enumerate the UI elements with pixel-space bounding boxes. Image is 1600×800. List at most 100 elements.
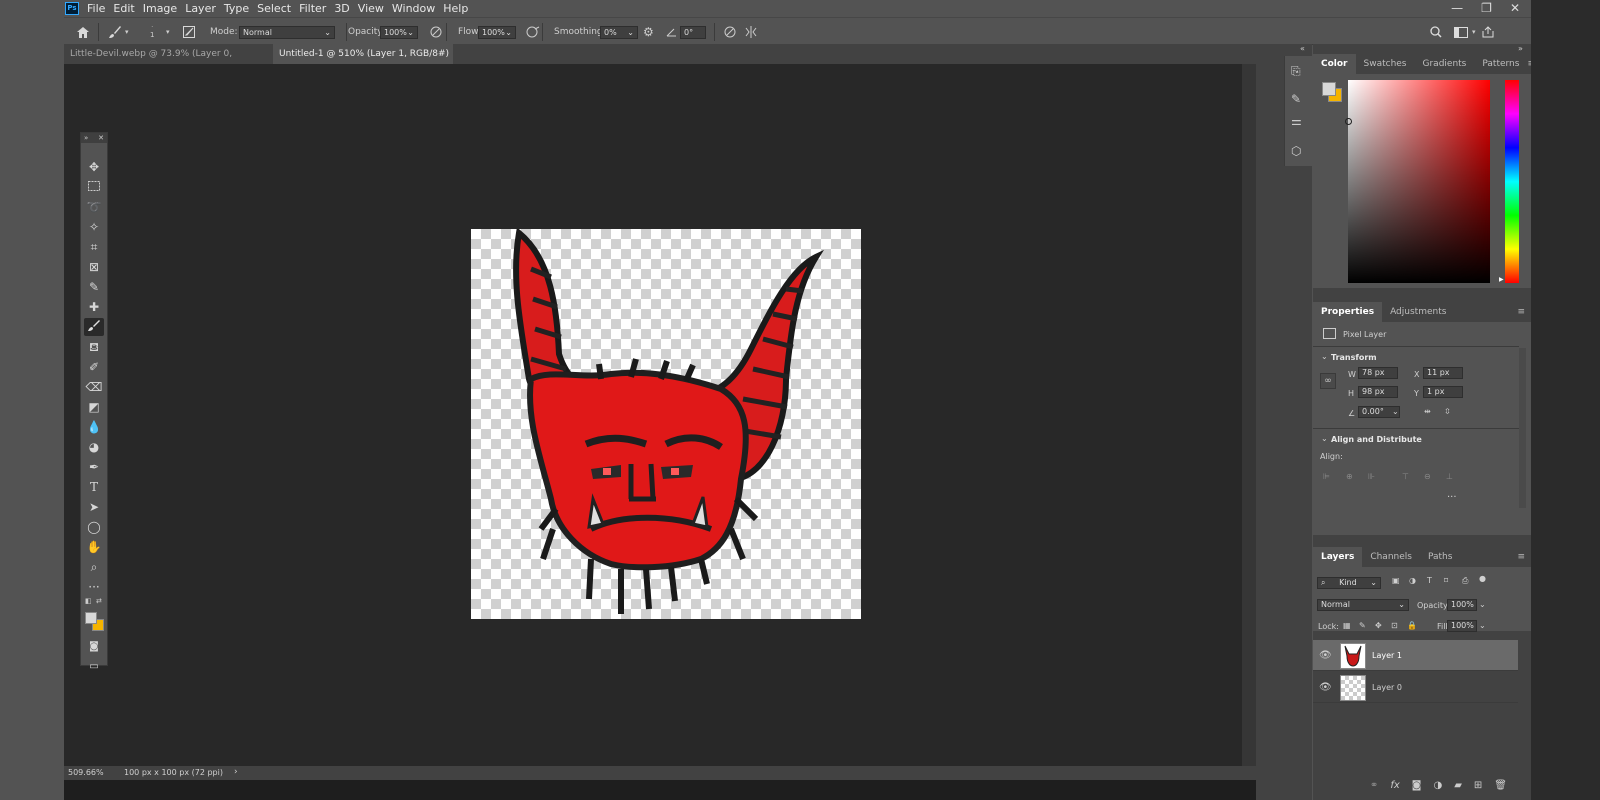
path-selection-tool-icon[interactable]: ➤	[84, 498, 104, 516]
menu-layer[interactable]: Layer	[185, 2, 216, 15]
align-right-icon[interactable]: ⊪	[1368, 472, 1375, 481]
layer-row-layer-0[interactable]: 👁 Layer 0	[1313, 672, 1518, 703]
add-mask-icon[interactable]: ◙	[1412, 780, 1422, 791]
brush-angle-input[interactable]: 0°	[680, 18, 706, 46]
pressure-opacity-icon[interactable]	[430, 18, 442, 46]
opacity-dropdown-icon[interactable]: ⌄	[1479, 600, 1486, 609]
flow-input[interactable]: 100% ⌄	[478, 18, 516, 46]
layer-filter-select[interactable]: ⌕ Kind ⌄	[1317, 577, 1381, 589]
lock-position-icon[interactable]: ✥	[1375, 621, 1382, 630]
menu-window[interactable]: Window	[392, 2, 435, 15]
align-left-icon[interactable]: ⊫	[1323, 472, 1330, 481]
pressure-size-icon[interactable]	[724, 18, 736, 46]
expand-icon[interactable]: »	[84, 133, 88, 143]
filter-smart-object-icon[interactable]: ⎙	[1462, 576, 1468, 586]
lock-all-icon[interactable]: 🔒	[1407, 621, 1417, 630]
tab-patterns[interactable]: Patterns	[1474, 54, 1527, 74]
more-tools-icon[interactable]: ···	[84, 578, 104, 596]
lasso-tool-icon[interactable]: ➰	[84, 198, 104, 216]
adjustment-layer-icon[interactable]: ◑	[1433, 780, 1442, 791]
tab-channels[interactable]: Channels	[1362, 547, 1420, 567]
tab-layers[interactable]: Layers	[1313, 547, 1363, 567]
fill-input[interactable]: 100%	[1447, 620, 1477, 632]
3d-panel-icon[interactable]: ⬡	[1291, 144, 1301, 158]
chevron-down-icon[interactable]: ⌄	[1321, 434, 1328, 443]
eye-icon[interactable]: 👁	[1319, 682, 1332, 693]
lock-transparency-icon[interactable]: ▦	[1343, 621, 1351, 630]
swap-colors-icon[interactable]: ⇄	[96, 597, 102, 605]
menu-type[interactable]: Type	[224, 2, 249, 15]
mode-select[interactable]: Normal ⌄	[239, 18, 335, 46]
tab-little-devil[interactable]: Little-Devil.webp @ 73.9% (Layer 0, RGB/…	[64, 44, 270, 79]
healing-brush-tool-icon[interactable]: ✚	[84, 298, 104, 316]
menu-help[interactable]: Help	[443, 2, 468, 15]
zoom-level[interactable]: 509.66%	[68, 768, 104, 777]
share-icon[interactable]	[1482, 18, 1494, 46]
tab-adjustments[interactable]: Adjustments	[1382, 302, 1454, 322]
tab-paths[interactable]: Paths	[1420, 547, 1460, 567]
search-icon[interactable]	[1430, 18, 1442, 46]
move-tool-icon[interactable]: ✥	[84, 158, 104, 176]
align-top-icon[interactable]: ⊤	[1402, 472, 1409, 481]
eyedropper-tool-icon[interactable]: ✎	[84, 278, 104, 296]
status-menu-chevron-icon[interactable]: ›	[234, 767, 238, 777]
color-foreground-swatch[interactable]	[1322, 82, 1336, 96]
filter-toggle-icon[interactable]: ●	[1479, 574, 1486, 583]
brush-panel-icon[interactable]: ✎	[1291, 92, 1301, 106]
history-brush-tool-icon[interactable]: ✐	[84, 358, 104, 376]
tab-properties[interactable]: Properties	[1313, 302, 1383, 322]
y-input[interactable]: 1 px	[1423, 386, 1463, 398]
hue-slider[interactable]: ▶	[1499, 80, 1519, 283]
new-layer-icon[interactable]: ⊞	[1474, 780, 1482, 791]
menu-image[interactable]: Image	[143, 2, 177, 15]
menu-3d[interactable]: 3D	[334, 2, 349, 15]
vertical-scrollbar[interactable]	[1242, 64, 1256, 766]
filter-type-icon[interactable]: T	[1427, 576, 1432, 585]
blend-mode-select[interactable]: Normal ⌄	[1317, 599, 1409, 611]
hand-tool-icon[interactable]: ✋	[84, 538, 104, 556]
link-layers-icon[interactable]: ⚭	[1370, 780, 1378, 791]
history-panel-icon[interactable]: ⎘	[1291, 64, 1301, 79]
gradient-tool-icon[interactable]: ◩	[84, 398, 104, 416]
airbrush-icon[interactable]	[526, 18, 540, 46]
trash-icon[interactable]: 🗑	[1494, 780, 1507, 791]
marquee-tool-icon[interactable]	[84, 178, 104, 196]
screen-mode-icon[interactable]: ▭	[84, 658, 104, 676]
ellipse-tool-icon[interactable]: ◯	[84, 518, 104, 536]
height-input[interactable]: 98 px	[1358, 386, 1398, 398]
close-icon[interactable]: ✕	[1510, 1, 1520, 15]
brush-size-picker[interactable]: · 1	[150, 18, 154, 46]
zoom-tool-icon[interactable]: ⌕	[84, 558, 104, 576]
brush-settings-icon[interactable]	[183, 18, 195, 46]
filter-pixel-icon[interactable]: ▣	[1392, 576, 1400, 585]
width-input[interactable]: 78 px	[1358, 367, 1398, 379]
align-middle-icon[interactable]: ⊖	[1424, 472, 1431, 481]
brush-tool-icon[interactable]	[84, 318, 104, 336]
chevron-down-icon[interactable]: ⌄	[1321, 352, 1328, 361]
pen-tool-icon[interactable]: ✒	[84, 458, 104, 476]
angle-dropdown-icon[interactable]: ⌄	[1392, 407, 1399, 416]
brush-preset-icon[interactable]: ▾	[108, 18, 129, 46]
default-colors-icon[interactable]: ◧	[85, 597, 92, 605]
symmetry-icon[interactable]	[744, 18, 758, 46]
flip-horizontal-icon[interactable]: ⇹	[1424, 407, 1431, 416]
smoothing-input[interactable]: 0% ⌄	[600, 18, 638, 46]
filter-adjustment-icon[interactable]: ◑	[1409, 576, 1416, 585]
tab-untitled-1[interactable]: Untitled-1 @ 510% (Layer 1, RGB/8#) *✕	[273, 44, 453, 79]
magic-wand-tool-icon[interactable]: ✧	[84, 218, 104, 236]
frame-tool-icon[interactable]: ⊠	[84, 258, 104, 276]
document-canvas[interactable]	[471, 227, 861, 619]
quick-mask-icon[interactable]: ◙	[84, 638, 104, 656]
workspace-icon[interactable]: ▾	[1454, 18, 1476, 46]
link-icon[interactable]: ∞	[1320, 373, 1336, 389]
collapse-dock-icon[interactable]: «	[1300, 44, 1305, 53]
lock-pixels-icon[interactable]: ✎	[1359, 621, 1366, 630]
saturation-value-field[interactable]	[1345, 80, 1490, 283]
panel-menu-icon[interactable]: ≡	[1517, 302, 1525, 322]
home-icon[interactable]	[76, 18, 90, 46]
layer-opacity-input[interactable]: 100%	[1447, 599, 1477, 611]
eye-icon[interactable]: 👁	[1319, 650, 1332, 661]
eraser-tool-icon[interactable]: ⌫	[84, 378, 104, 396]
stamp-tool-icon[interactable]: ⛾	[84, 338, 104, 356]
type-tool-icon[interactable]: T	[84, 478, 104, 496]
